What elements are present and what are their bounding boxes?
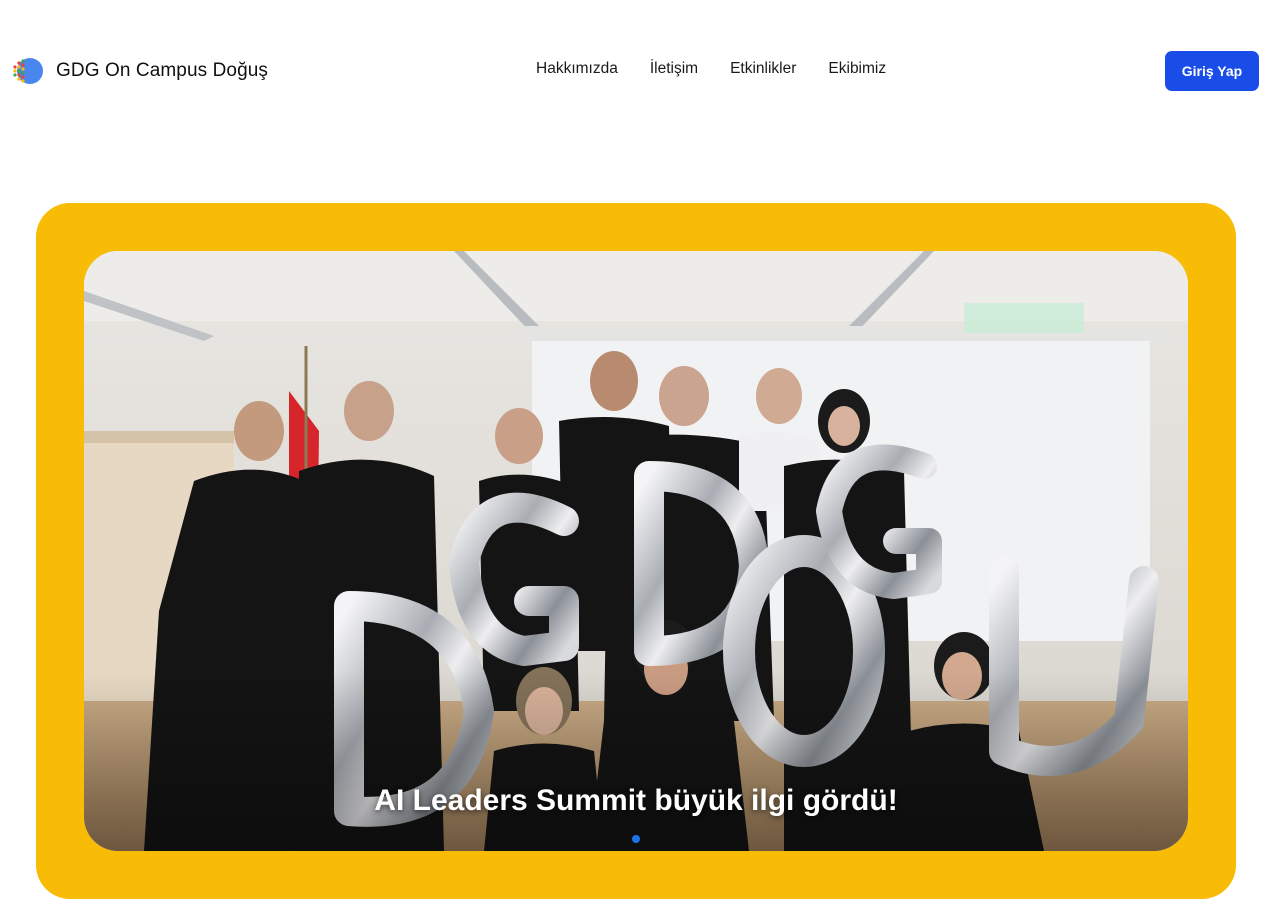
nav-link-events[interactable]: Etkinlikler	[730, 60, 796, 78]
main-nav: Hakkımızda İletişim Etkinlikler Ekibimiz	[536, 60, 886, 78]
hero-slide-photo[interactable]: AI Leaders Summit büyük ilgi gördü!	[84, 251, 1188, 851]
login-button[interactable]: Giriş Yap	[1165, 51, 1259, 91]
brand[interactable]: GDG On Campus Doğuş	[12, 54, 268, 88]
nav-link-about[interactable]: Hakkımızda	[536, 60, 618, 78]
gdg-logo-icon	[12, 55, 44, 87]
carousel-dot-active[interactable]	[632, 835, 640, 843]
brand-name: GDG On Campus Doğuş	[56, 60, 269, 81]
site-header: GDG On Campus Doğuş Hakkımızda İletişim …	[0, 0, 1274, 143]
carousel-dots	[632, 835, 640, 843]
slide-caption: AI Leaders Summit büyük ilgi gördü!	[374, 784, 898, 817]
nav-link-team[interactable]: Ekibimiz	[828, 60, 886, 78]
event-group-photo	[84, 251, 1188, 851]
nav-link-contact[interactable]: İletişim	[650, 60, 698, 78]
